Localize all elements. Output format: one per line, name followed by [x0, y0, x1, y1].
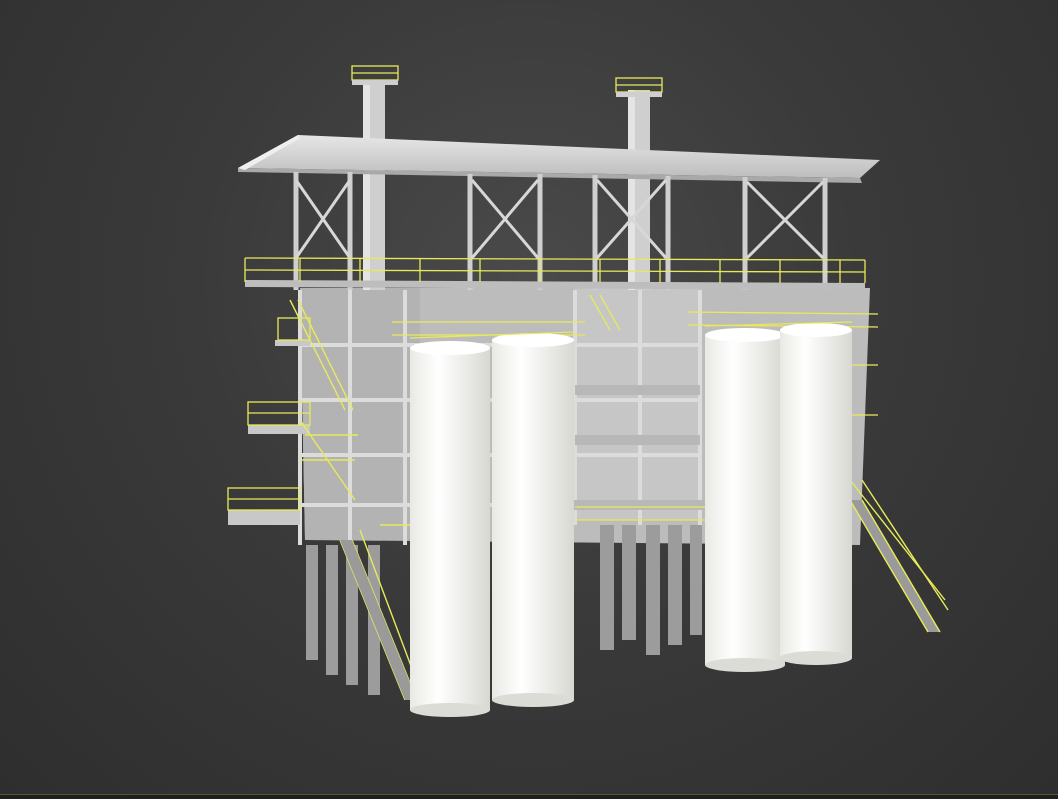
top-deck — [244, 257, 866, 290]
left-platforms — [227, 317, 311, 525]
model-scene[interactable] — [0, 0, 1058, 799]
viewport-bottom-edge — [0, 794, 1058, 799]
3d-viewport[interactable] — [0, 0, 1058, 799]
right-stairs — [849, 479, 949, 633]
roof — [238, 135, 880, 183]
